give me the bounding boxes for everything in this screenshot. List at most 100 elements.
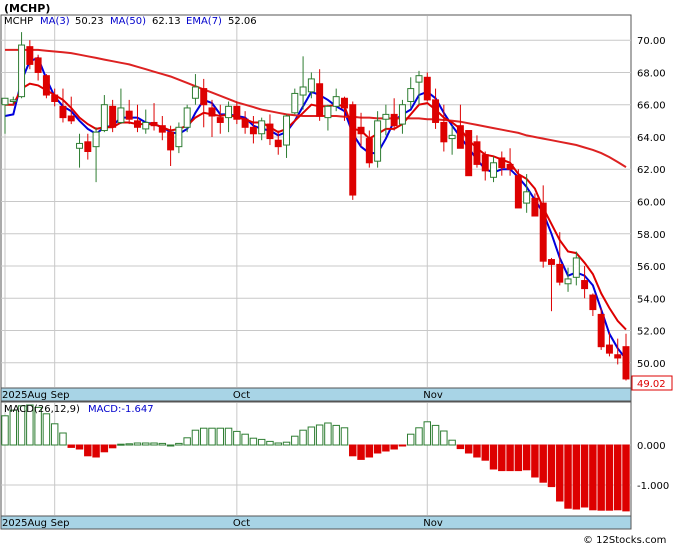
macd-y-axis: 0.000 -1.000	[637, 441, 669, 492]
candle-body	[59, 105, 67, 119]
candle-body	[274, 139, 282, 148]
macd-bar	[547, 444, 556, 488]
candle	[597, 307, 605, 350]
legend-ema7-label: EMA(7)	[186, 16, 222, 27]
macd-bar	[257, 438, 266, 446]
macd-bar	[580, 444, 589, 508]
x-axis-label: Sep	[51, 518, 70, 529]
macd-bar	[365, 444, 374, 458]
candle-body	[605, 344, 613, 354]
candle-body	[51, 94, 59, 102]
last-price-label: 49.02	[637, 379, 666, 390]
macd-bar	[191, 429, 200, 446]
macd-bar	[349, 444, 357, 457]
candle	[42, 74, 50, 99]
price-y-tick-label: 64.00	[637, 133, 666, 144]
price-y-tick-label: 70.00	[637, 36, 666, 47]
macd-bar	[241, 433, 249, 446]
macd-bar	[183, 437, 191, 446]
watermark: © 12Stocks.com	[583, 535, 666, 546]
price-y-tick-label: 56.00	[637, 262, 666, 273]
candle-body	[481, 154, 489, 172]
candle-body	[92, 131, 100, 148]
macd-bar	[390, 444, 398, 450]
macd-bar	[398, 444, 407, 447]
macd-bar	[274, 442, 282, 446]
candle-body	[539, 202, 547, 262]
macd-bar	[108, 444, 117, 449]
macd-bar	[166, 444, 175, 447]
x-axis-label: 2025Aug	[2, 390, 47, 401]
candle-body	[382, 113, 390, 120]
macd-bar	[597, 444, 605, 511]
macd-bar	[9, 409, 18, 446]
candle-body	[76, 142, 84, 149]
candle-body	[307, 78, 315, 93]
candle-body	[249, 126, 257, 135]
legend-ma50-value: 62.13	[152, 16, 181, 27]
candle-body	[100, 104, 108, 132]
candle-body	[523, 191, 531, 204]
legend-ma3-label: MA(3)	[40, 16, 70, 27]
candle-body	[216, 117, 224, 123]
candle-body	[158, 125, 166, 133]
macd-bar	[249, 437, 258, 446]
macd-bar	[324, 422, 332, 446]
macd-bar	[233, 430, 241, 446]
price-y-tick-label: 60.00	[637, 198, 666, 209]
macd-bar	[464, 444, 473, 454]
candle-body	[365, 138, 373, 164]
candle-body	[183, 107, 191, 128]
macd-bar	[117, 443, 125, 446]
candle-body	[589, 294, 597, 311]
candle-body	[200, 88, 208, 106]
macd-x-axis-band	[0, 515, 632, 530]
candle-body	[241, 118, 249, 128]
candle-body	[266, 123, 274, 140]
macd-bar	[125, 443, 133, 446]
candle	[423, 72, 431, 102]
candle-body	[390, 113, 398, 127]
macd-bar	[613, 444, 622, 511]
candle-body	[357, 126, 365, 135]
candle-body	[456, 125, 464, 149]
x-axis-label: Oct	[233, 518, 250, 529]
candle-body	[564, 278, 572, 285]
macd-bar	[332, 424, 340, 446]
candle-body	[490, 162, 498, 178]
x-axis-label: Nov	[423, 390, 443, 401]
x-axis-label: Oct	[233, 390, 250, 401]
candle-body	[258, 120, 266, 135]
macd-y-tick-label: -1.000	[637, 481, 669, 492]
macd-bar	[216, 427, 225, 446]
candle-body	[133, 120, 141, 128]
macd-bar	[506, 444, 514, 472]
price-y-tick-label: 50.00	[637, 359, 666, 370]
macd-bar	[431, 424, 440, 446]
macd-bar	[266, 440, 274, 446]
candle-body	[191, 86, 199, 99]
candle-body	[316, 83, 324, 117]
candle-body	[117, 107, 125, 123]
macd-bar	[92, 444, 100, 458]
candle-body	[9, 99, 17, 102]
macd-bar	[456, 444, 465, 450]
candle-body	[142, 121, 150, 130]
candle-body	[432, 99, 440, 123]
macd-bar	[150, 442, 158, 446]
candle-body	[349, 104, 357, 196]
candle-body	[208, 107, 216, 117]
macd-bar	[224, 427, 233, 446]
macd-bar	[498, 444, 506, 472]
macd-bar	[556, 444, 564, 502]
candle-body	[167, 131, 175, 151]
macd-bar	[406, 433, 415, 446]
legend-ema7-value: 52.06	[228, 16, 257, 27]
macd-legend-value: MACD:-1.647	[88, 404, 154, 415]
candle-body	[299, 86, 307, 96]
macd-bar	[75, 444, 84, 450]
x-axis-label: Nov	[423, 518, 443, 529]
macd-bar	[307, 426, 316, 446]
macd-bar	[1, 415, 9, 446]
macd-bar	[199, 427, 208, 446]
